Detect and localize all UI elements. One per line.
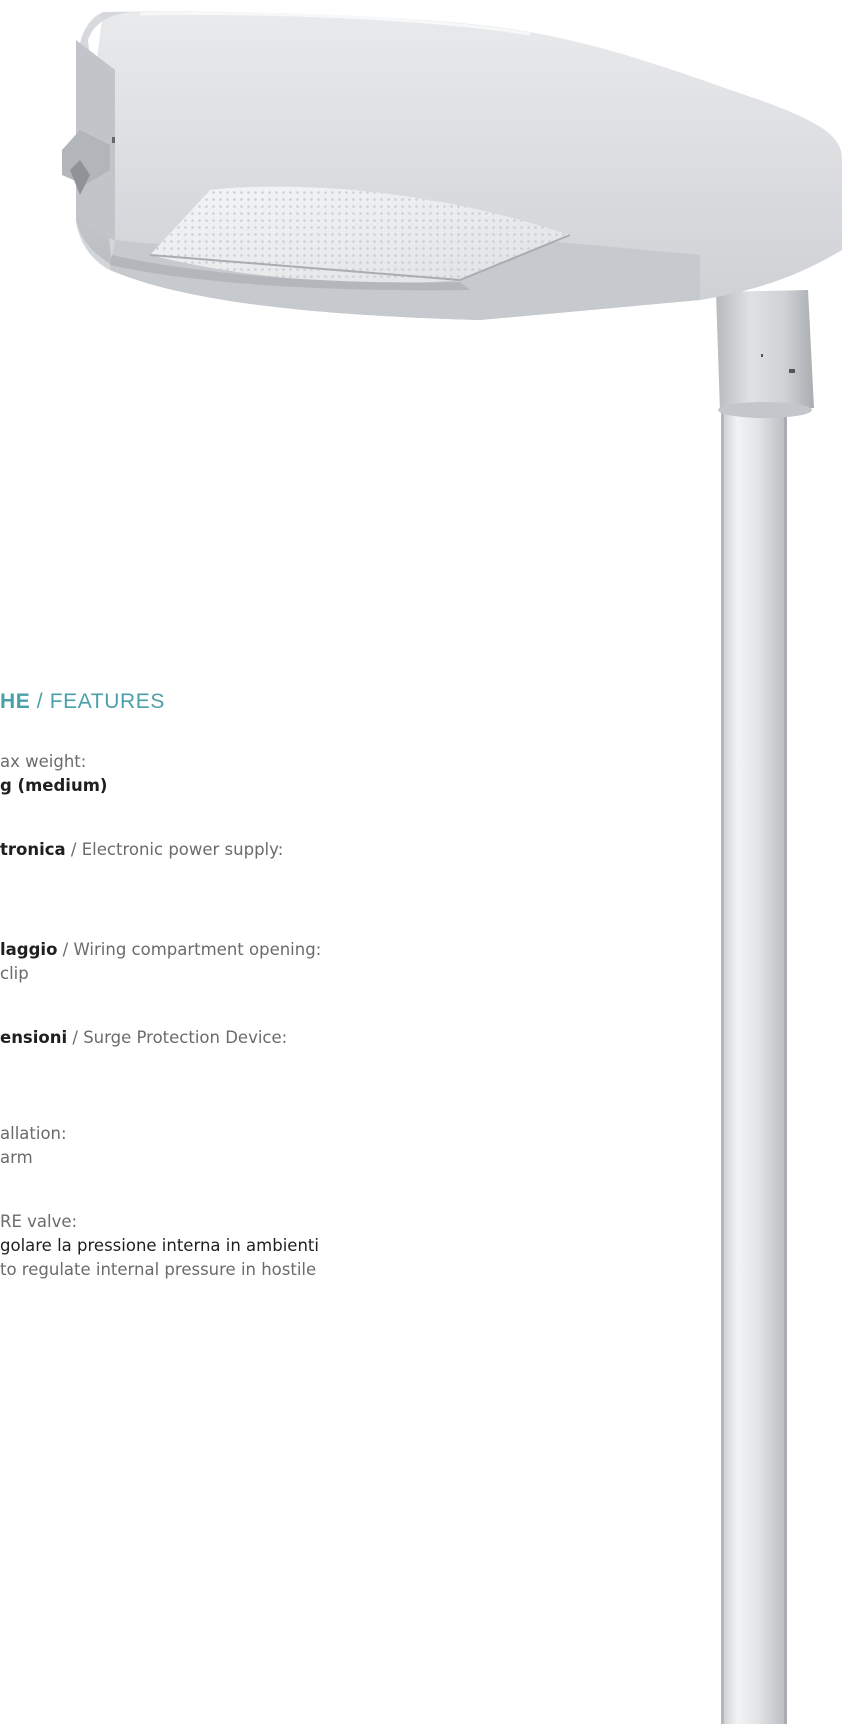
feature-weight: ax weight: g (medium) xyxy=(0,750,440,798)
feature-power-supply-label-it: tronica xyxy=(0,840,66,859)
features-title-light: FEATURES xyxy=(49,690,165,713)
feature-surge-label-en: / Surge Protection Device: xyxy=(67,1028,288,1047)
feature-wiring-compartment: laggio / Wiring compartment opening: cli… xyxy=(0,938,440,986)
feature-weight-label: ax weight: xyxy=(0,752,87,771)
features-title: HE / FEATURES xyxy=(0,690,440,714)
feature-installation-value: arm xyxy=(0,1148,33,1167)
page: HE / FEATURES ax weight: g (medium) tron… xyxy=(0,0,842,1724)
feature-surge-protection: ensioni / Surge Protection Device: xyxy=(0,1026,440,1050)
features-section: HE / FEATURES ax weight: g (medium) tron… xyxy=(0,690,440,1282)
feature-valve-value-en: to regulate internal pressure in hostile xyxy=(0,1260,317,1279)
features-title-bold: HE xyxy=(0,690,31,713)
feature-valve: RE valve: golare la pressione interna in… xyxy=(0,1210,440,1282)
feature-wiring-value: clip xyxy=(0,964,29,983)
features-title-separator: / xyxy=(30,690,50,713)
feature-wiring-label-it: laggio xyxy=(0,940,58,959)
feature-surge-label-it: ensioni xyxy=(0,1028,68,1047)
feature-power-supply-label-en: / Electronic power supply: xyxy=(65,840,284,859)
feature-wiring-label-en: / Wiring compartment opening: xyxy=(57,940,322,959)
feature-valve-label: RE valve: xyxy=(0,1212,78,1231)
feature-installation: allation: arm xyxy=(0,1122,440,1170)
feature-valve-value-it: golare la pressione interna in ambienti xyxy=(0,1236,319,1255)
feature-installation-label: allation: xyxy=(0,1124,67,1143)
feature-weight-value: g (medium) xyxy=(0,776,108,795)
feature-power-supply: tronica / Electronic power supply: xyxy=(0,838,440,862)
